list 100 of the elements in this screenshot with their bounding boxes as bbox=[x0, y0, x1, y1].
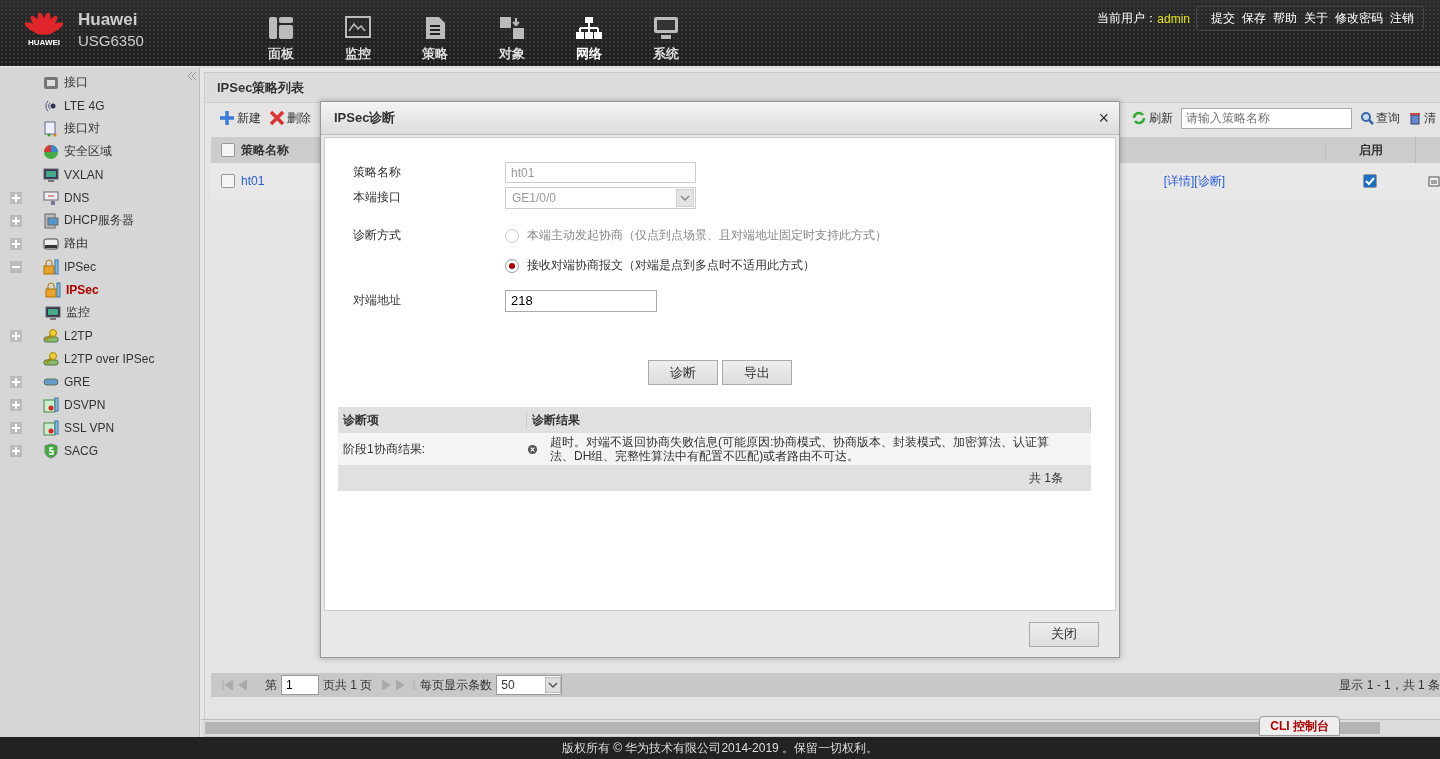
tree-item[interactable]: 监控 bbox=[66, 304, 90, 321]
expand-icon[interactable] bbox=[10, 329, 22, 342]
tree-item[interactable]: LTE 4G bbox=[64, 98, 105, 113]
monitor-icon bbox=[45, 304, 61, 321]
tree-item[interactable]: L2TP bbox=[64, 328, 93, 343]
trash-icon bbox=[1408, 111, 1422, 125]
tree-item[interactable]: SSL VPN bbox=[64, 420, 115, 435]
tree-item[interactable]: 安全区域 bbox=[64, 143, 112, 160]
dialog-title: IPSec诊断 bbox=[334, 109, 396, 127]
toolbar-button[interactable]: 新建 bbox=[215, 109, 265, 127]
copyright-text: 版权所有 © 华为技术有限公司2014-2019 。保留一切权利。 bbox=[0, 737, 1440, 759]
refresh-icon bbox=[1131, 110, 1147, 126]
tree-item[interactable]: SACG bbox=[64, 443, 98, 458]
tree-item[interactable]: DHCP服务器 bbox=[64, 212, 134, 229]
search-field[interactable]: 请输入策略名称 bbox=[1181, 107, 1352, 129]
toolbar-button[interactable]: 刷新 bbox=[1127, 109, 1177, 127]
action-button[interactable]: 诊断 bbox=[648, 360, 718, 385]
table-cell-text: 超时。对端不返回协商失败信息(可能原因:协商模式、协商版本、封装模式、加密算法、认证算法、DH组、完整性算法中有配置不匹配)或者路由不可达。 bbox=[549, 435, 1051, 463]
row-link[interactable]: [诊断] bbox=[1194, 172, 1225, 190]
search-icon bbox=[1360, 111, 1374, 125]
caret-icon bbox=[676, 188, 694, 207]
expand-icon[interactable] bbox=[10, 444, 22, 457]
nav-tab[interactable]: 面板 bbox=[267, 45, 294, 63]
delete-icon bbox=[269, 110, 285, 126]
policy-link[interactable]: ht01 bbox=[241, 174, 265, 188]
field-label: 本端接口 bbox=[353, 189, 402, 206]
horizontal-scrollbar[interactable]: CLI 控制台 bbox=[201, 719, 1440, 736]
tree-item[interactable]: 路由 bbox=[64, 235, 88, 252]
page-field[interactable]: 1 bbox=[281, 675, 319, 695]
console-tab[interactable]: CLI 控制台 bbox=[1259, 716, 1340, 736]
monitor-icon bbox=[43, 166, 59, 183]
tree-item[interactable]: DNS bbox=[64, 190, 90, 205]
collapse-icon[interactable] bbox=[10, 260, 22, 273]
key-icon bbox=[43, 350, 59, 367]
row-count: 共 1条 bbox=[1029, 470, 1063, 487]
radio-option[interactable]: 接收对端协商报文（对端是点到多点时不适用此方式） bbox=[505, 257, 815, 274]
field-label: 策略名称 bbox=[353, 164, 402, 181]
toolbar-button[interactable]: 删除 bbox=[265, 109, 315, 127]
header-link[interactable]: 修改密码 bbox=[1335, 10, 1383, 27]
column-header: 启用 bbox=[1325, 141, 1415, 159]
column-header: 策略名称 bbox=[241, 141, 289, 159]
field-label: 对端地址 bbox=[353, 292, 402, 309]
pager-text: 页共 1 页 bbox=[323, 676, 373, 694]
expand-icon[interactable] bbox=[10, 421, 22, 434]
nav-tab[interactable]: 对象 bbox=[498, 45, 525, 63]
clear-button[interactable]: 清 bbox=[1404, 109, 1440, 127]
header-link[interactable]: 保存 bbox=[1242, 10, 1266, 27]
certificate-icon bbox=[43, 419, 59, 436]
pager-text: 每页显示条数 bbox=[420, 676, 493, 694]
page-size-select[interactable]: 50 bbox=[496, 675, 563, 695]
blocks-icon bbox=[497, 16, 526, 40]
port-icon bbox=[43, 74, 59, 91]
header-link[interactable]: 关于 bbox=[1304, 10, 1328, 27]
edit-icon[interactable] bbox=[1428, 175, 1440, 187]
nav-tab[interactable]: 网络 bbox=[575, 45, 602, 63]
pager-text: 第 bbox=[265, 676, 277, 694]
nav-tab[interactable]: 系统 bbox=[652, 45, 679, 63]
checkbox[interactable] bbox=[1363, 174, 1377, 188]
column-header: 诊断结果 bbox=[527, 411, 1091, 429]
expand-icon[interactable] bbox=[10, 191, 22, 204]
device-model: USG6350 bbox=[78, 32, 145, 49]
tree-item[interactable]: 接口对 bbox=[64, 120, 100, 137]
sign-icon bbox=[43, 189, 59, 206]
plus-icon bbox=[219, 110, 235, 126]
tree-item[interactable]: IPSec bbox=[66, 282, 99, 297]
chart-icon bbox=[343, 16, 372, 40]
tree-item[interactable]: IPSec bbox=[64, 259, 96, 274]
table-cell-text: 阶段1协商结果: bbox=[342, 440, 426, 458]
row-link[interactable]: [详情] bbox=[1163, 172, 1195, 190]
user-label: 当前用户： bbox=[1097, 10, 1158, 27]
logo-icon bbox=[22, 10, 66, 36]
expand-icon[interactable] bbox=[10, 214, 22, 227]
collapse-icon[interactable] bbox=[187, 71, 197, 81]
document-icon bbox=[43, 120, 59, 137]
close-button[interactable]: 关闭 bbox=[1029, 621, 1099, 647]
expand-icon[interactable] bbox=[10, 375, 22, 388]
header-link[interactable]: 注销 bbox=[1390, 10, 1414, 27]
checkbox[interactable] bbox=[221, 174, 235, 188]
address-field[interactable]: 218 bbox=[505, 289, 657, 312]
query-button[interactable]: 查询 bbox=[1356, 109, 1404, 127]
column-header: 诊断项 bbox=[338, 411, 527, 429]
tree-item[interactable]: L2TP over IPSec bbox=[64, 351, 155, 366]
nav-tab[interactable]: 策略 bbox=[421, 45, 448, 63]
monitor-icon bbox=[651, 16, 680, 40]
user-name: admin bbox=[1157, 11, 1190, 26]
tree-item[interactable]: VXLAN bbox=[64, 167, 104, 182]
tree-item[interactable]: 接口 bbox=[64, 74, 88, 91]
nav-tab[interactable]: 监控 bbox=[344, 45, 371, 63]
action-button[interactable]: 导出 bbox=[722, 360, 792, 385]
tree-item[interactable]: DSVPN bbox=[64, 397, 106, 412]
close-button[interactable]: × bbox=[1098, 107, 1109, 129]
header-link[interactable]: 提交 bbox=[1211, 10, 1235, 27]
expand-icon[interactable] bbox=[10, 398, 22, 411]
error-icon bbox=[527, 443, 538, 455]
expand-icon[interactable] bbox=[10, 237, 22, 250]
drive-icon bbox=[43, 235, 59, 252]
header-link[interactable]: 帮助 bbox=[1273, 10, 1297, 27]
dashboard-icon bbox=[266, 16, 295, 40]
checkbox[interactable] bbox=[221, 143, 235, 157]
tree-item[interactable]: GRE bbox=[64, 374, 90, 389]
